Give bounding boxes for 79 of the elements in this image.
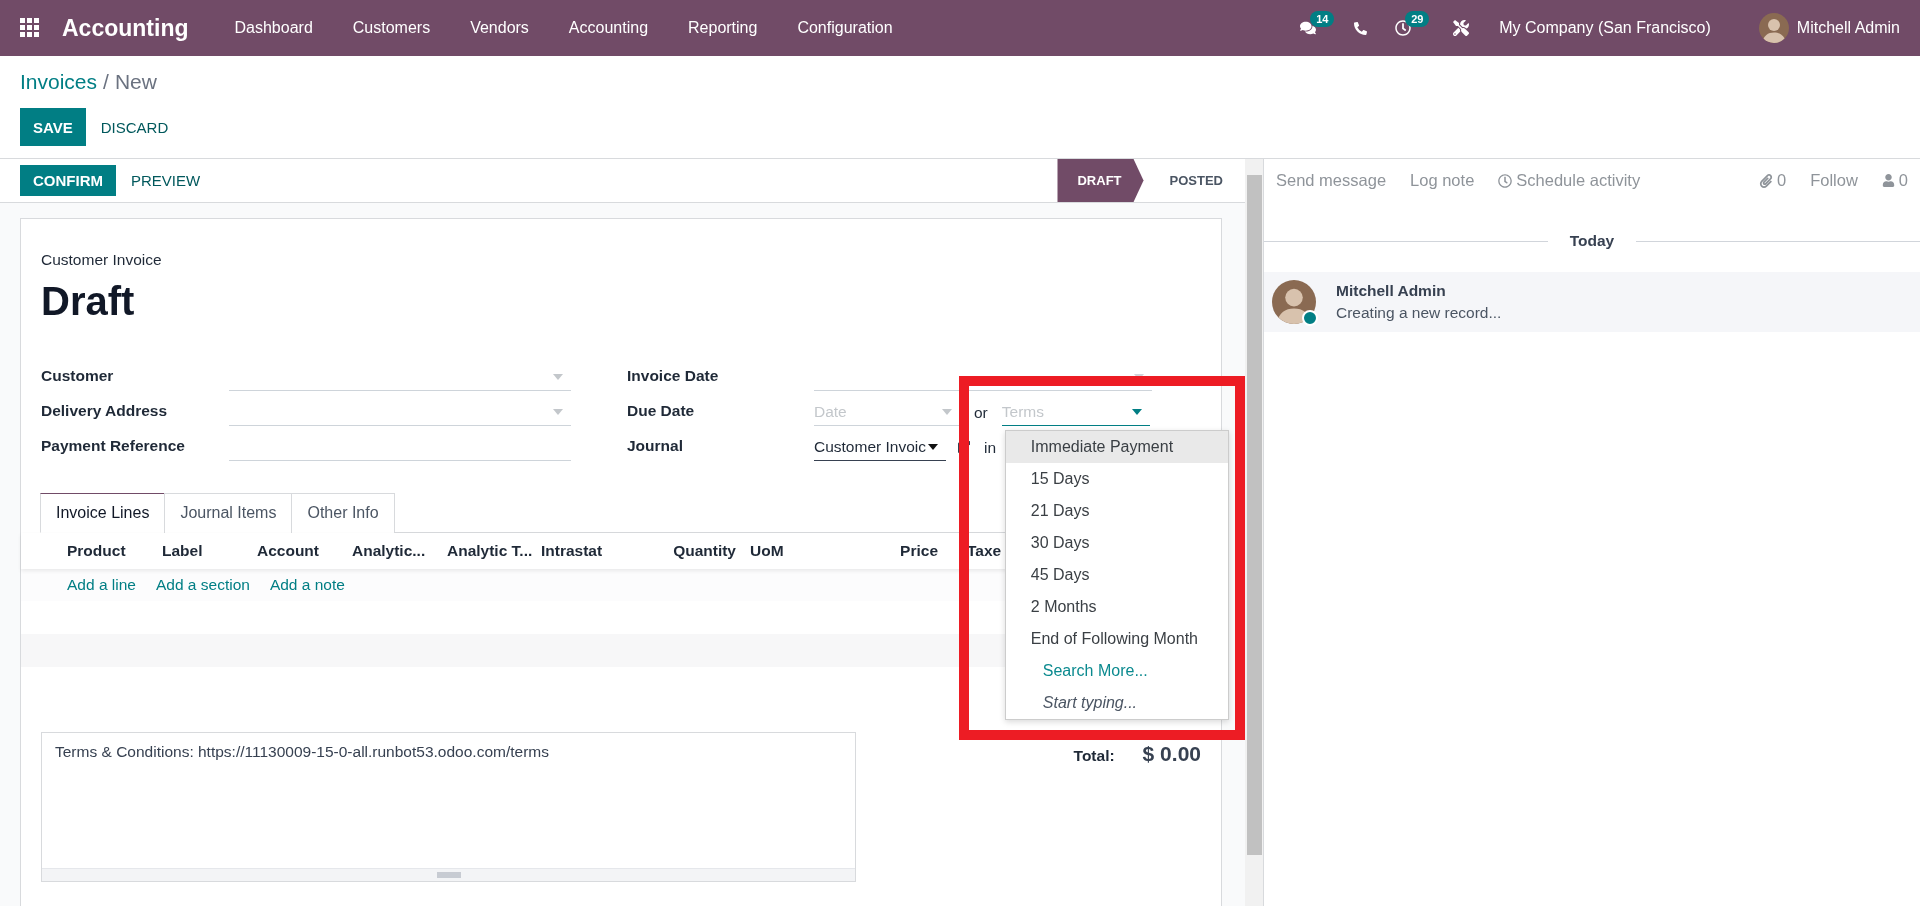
caret-icon [928, 443, 938, 450]
add-link[interactable]: Add a line [67, 576, 136, 594]
message-body: Creating a new record... [1336, 304, 1502, 322]
column-header[interactable]: Account [257, 542, 352, 560]
messages-icon[interactable] [1300, 20, 1317, 36]
company-switcher[interactable]: My Company (San Francisco) [1499, 19, 1711, 37]
column-header[interactable]: Product [67, 542, 162, 560]
tab[interactable]: Invoice Lines [40, 493, 166, 533]
status-stage[interactable]: DRAFT [1057, 159, 1144, 202]
field-label: Invoice Date [627, 367, 720, 386]
column-header[interactable]: Price [838, 542, 952, 560]
caret-icon [553, 408, 563, 415]
breadcrumb-current: New [114, 70, 157, 94]
menu-item[interactable]: Customers [332, 19, 451, 37]
menu-item[interactable]: Reporting [668, 19, 778, 37]
apps-grid-icon[interactable] [20, 18, 40, 38]
menu-item[interactable]: Configuration [777, 19, 913, 37]
column-header[interactable]: Quantity [636, 542, 750, 560]
date-divider: Today [1568, 232, 1616, 250]
online-status-icon [1302, 310, 1318, 326]
total-amount: $ 0.00 [1142, 742, 1201, 766]
dropdown-option[interactable]: 45 Days [1005, 559, 1228, 591]
scrollbar[interactable] [1245, 159, 1263, 906]
clock-icon [1498, 173, 1513, 188]
activity-count-badge: 29 [1405, 11, 1430, 27]
column-header[interactable]: Analytic T... [447, 542, 541, 560]
document-type: Customer Invoice [41, 251, 163, 269]
total-label: Total: [1073, 747, 1115, 765]
discard-button[interactable]: DISCARD [87, 108, 182, 146]
add-link[interactable]: Add a note [269, 576, 345, 594]
hint-text: Start typing... [1005, 687, 1228, 719]
field-label: Delivery Address [41, 402, 169, 421]
dropdown-option[interactable]: 30 Days [1005, 527, 1228, 559]
message-count-badge: 14 [1310, 11, 1335, 27]
dropdown-option[interactable]: 21 Days [1005, 495, 1228, 527]
save-button[interactable]: SAVE [20, 108, 86, 146]
message-author: Mitchell Admin [1336, 282, 1447, 300]
or-text: or [974, 404, 988, 422]
field-label: Journal [627, 437, 684, 456]
menu-item[interactable]: Dashboard [214, 19, 333, 37]
dropdown-option[interactable]: 2 Months [1005, 591, 1228, 623]
column-header[interactable]: Analytic... [352, 542, 447, 560]
user-icon [1881, 174, 1895, 187]
external-link-icon[interactable] [958, 441, 970, 453]
menu-item[interactable]: Vendors [450, 19, 549, 37]
dropdown-option[interactable]: Immediate Payment [1005, 431, 1228, 463]
caret-icon [1131, 408, 1142, 415]
user-menu[interactable]: Mitchell Admin [1796, 19, 1900, 37]
user-avatar[interactable] [1758, 13, 1789, 43]
caret-icon [553, 373, 563, 380]
record-title: Draft [41, 279, 136, 324]
menu-item[interactable]: Accounting [548, 19, 669, 37]
tab[interactable]: Journal Items [164, 493, 293, 533]
dropdown-option[interactable]: 15 Days [1005, 463, 1228, 495]
column-header[interactable]: UoM [750, 542, 838, 560]
confirm-button[interactable]: CONFIRM [20, 165, 116, 196]
author-avatar [1272, 280, 1316, 324]
tab[interactable]: Other Info [291, 493, 395, 533]
resize-handle-icon[interactable] [436, 872, 461, 878]
terms-textarea[interactable]: Terms & Conditions: https://11130009-15-0-all.runbot53.odoo.com/terms [41, 732, 856, 882]
column-header[interactable]: Intrastat [541, 542, 636, 560]
paperclip-icon [1758, 173, 1773, 188]
search-more-link[interactable]: Search More... [1005, 655, 1228, 687]
preview-button[interactable]: PREVIEW [118, 165, 214, 196]
field-label: Customer [41, 367, 115, 386]
clock-icon[interactable] [1395, 20, 1412, 36]
app-title: Accounting [62, 14, 189, 42]
tools-icon[interactable] [1453, 20, 1470, 36]
field-label: Due Date [627, 402, 696, 421]
field-label: Payment Reference [41, 437, 186, 456]
add-link[interactable]: Add a section [155, 576, 250, 594]
currency-text: in [984, 439, 997, 458]
breadcrumb-link[interactable]: Invoices [20, 70, 98, 94]
breadcrumb-separator: / [103, 70, 109, 94]
dropdown-option[interactable]: End of Following Month [1005, 623, 1228, 655]
column-header[interactable]: Label [162, 542, 257, 560]
journal-select[interactable]: Customer Invoic [814, 433, 946, 461]
phone-icon[interactable] [1354, 21, 1368, 35]
caret-icon [942, 408, 952, 415]
